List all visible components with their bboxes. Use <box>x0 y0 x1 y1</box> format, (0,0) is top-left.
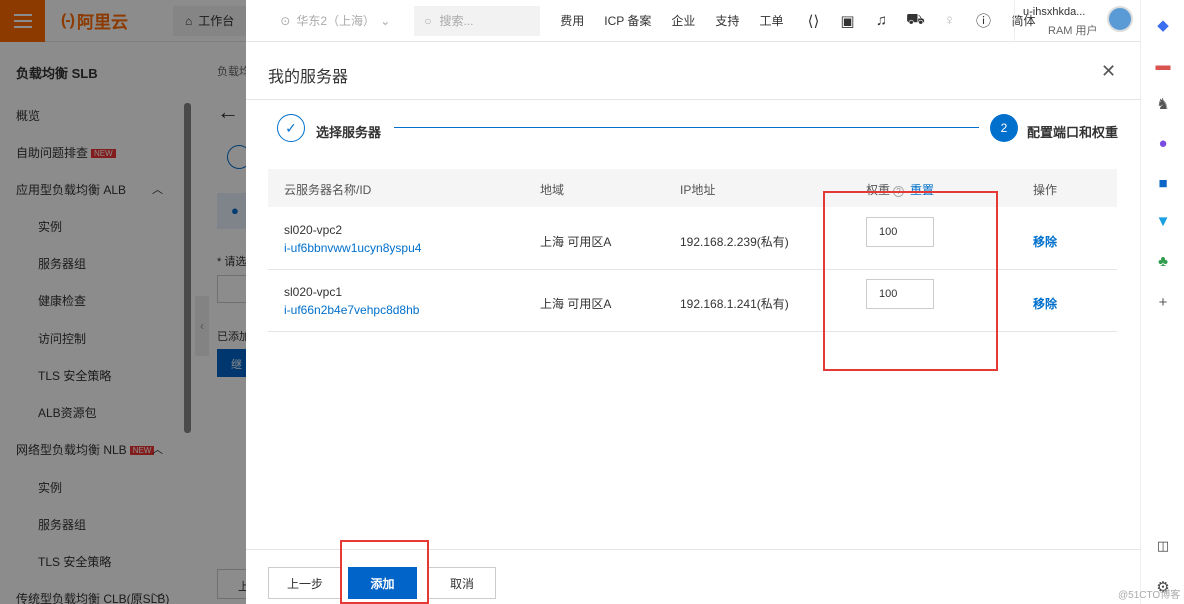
step-1-label: 选择服务器 <box>316 125 382 140</box>
add-icon[interactable]: + <box>1153 294 1173 314</box>
weight-highlight-box <box>823 191 998 371</box>
copilot-icon[interactable]: ● <box>1153 135 1173 155</box>
step-connector <box>394 127 979 128</box>
server-id-link[interactable]: i-uf6bbnvww1ucyn8yspu4 <box>284 241 421 255</box>
toolbar-icons: ⟨⟩ ▣ ♫ ⛟ ♀ ⓘ <box>803 10 993 31</box>
server-region: 上海 可用区A <box>540 297 612 311</box>
sidebar-toggle-icon[interactable]: ◫ <box>1153 538 1173 558</box>
remove-link[interactable]: 移除 <box>1033 233 1057 250</box>
location-icon: ⊙ <box>280 13 291 28</box>
lightbulb-icon[interactable]: ♀ <box>939 12 959 29</box>
add-button-highlight-box <box>340 540 429 604</box>
nav-link-support[interactable]: 支持 <box>715 12 739 29</box>
my-servers-dialog: 我的服务器 ✕ ✓ 选择服务器 2 配置端口和权重 云服务器名称/ID 地域 I… <box>246 43 1140 604</box>
column-action: 操作 <box>1033 183 1058 197</box>
search-icon: ○ <box>424 13 432 28</box>
user-menu[interactable]: u-ihsxhkda... RAM 用户 <box>1014 0 1140 42</box>
avatar[interactable] <box>1107 6 1133 32</box>
chess-icon[interactable]: ♞ <box>1153 95 1173 115</box>
step-2-label: 配置端口和权重 <box>1027 125 1119 140</box>
server-region: 上海 可用区A <box>540 235 612 249</box>
cancel-button[interactable]: 取消 <box>428 567 496 599</box>
bell-icon[interactable]: ♫ <box>871 12 891 29</box>
toolbox-icon[interactable]: ▬ <box>1153 57 1173 77</box>
chevron-down-icon: ⌄ <box>380 13 391 28</box>
top-links: 费用 ICP 备案 企业 支持 工单 <box>560 12 803 29</box>
previous-step-button[interactable]: 上一步 <box>268 567 342 599</box>
help-icon[interactable]: ⓘ <box>973 10 993 31</box>
user-role: RAM 用户 <box>1048 25 1098 37</box>
right-toolbar: ◆ ▬ ♞ ● ■ ▼ ♣ + ◫ ⚙ <box>1140 0 1184 604</box>
nav-link-enterprise[interactable]: 企业 <box>671 12 695 29</box>
nav-link-ticket[interactable]: 工单 <box>759 12 783 29</box>
cloudshell-icon[interactable]: ⟨⟩ <box>803 12 823 30</box>
server-ip: 192.168.1.241(私有) <box>680 297 789 311</box>
modal-overlay <box>0 0 246 604</box>
watermark: @51CTO博客 <box>1118 590 1181 601</box>
server-name: sl020-vpc2 <box>284 223 343 237</box>
server-ip: 192.168.2.239(私有) <box>680 235 789 249</box>
column-region: 地域 <box>540 183 565 197</box>
divider <box>246 99 1140 100</box>
remove-link[interactable]: 移除 <box>1033 295 1057 312</box>
step-1-check-icon: ✓ <box>277 114 305 142</box>
region-selector[interactable]: ⊙ 华东2（上海） ⌄ <box>280 12 390 29</box>
send-icon[interactable]: ▼ <box>1153 213 1173 233</box>
search-box[interactable]: ○ 搜索... <box>414 5 541 36</box>
nav-link-icp[interactable]: ICP 备案 <box>604 12 651 29</box>
terminal-icon[interactable]: ▣ <box>837 12 857 30</box>
column-name: 云服务器名称/ID <box>284 183 372 197</box>
server-name: sl020-vpc1 <box>284 285 343 299</box>
server-id-link[interactable]: i-uf66n2b4e7vehpc8d8hb <box>284 303 419 317</box>
tree-icon[interactable]: ♣ <box>1153 253 1173 273</box>
dialog-title: 我的服务器 <box>268 69 349 86</box>
outlook-icon[interactable]: ■ <box>1153 175 1173 195</box>
username: u-ihsxhkda... <box>1023 6 1086 18</box>
column-ip: IP地址 <box>680 183 716 197</box>
step-2-number: 2 <box>990 114 1018 142</box>
cart-icon[interactable]: ⛟ <box>905 11 925 30</box>
tag-icon[interactable]: ◆ <box>1153 16 1173 36</box>
nav-link-billing[interactable]: 费用 <box>560 12 584 29</box>
close-icon[interactable]: ✕ <box>1101 61 1116 82</box>
